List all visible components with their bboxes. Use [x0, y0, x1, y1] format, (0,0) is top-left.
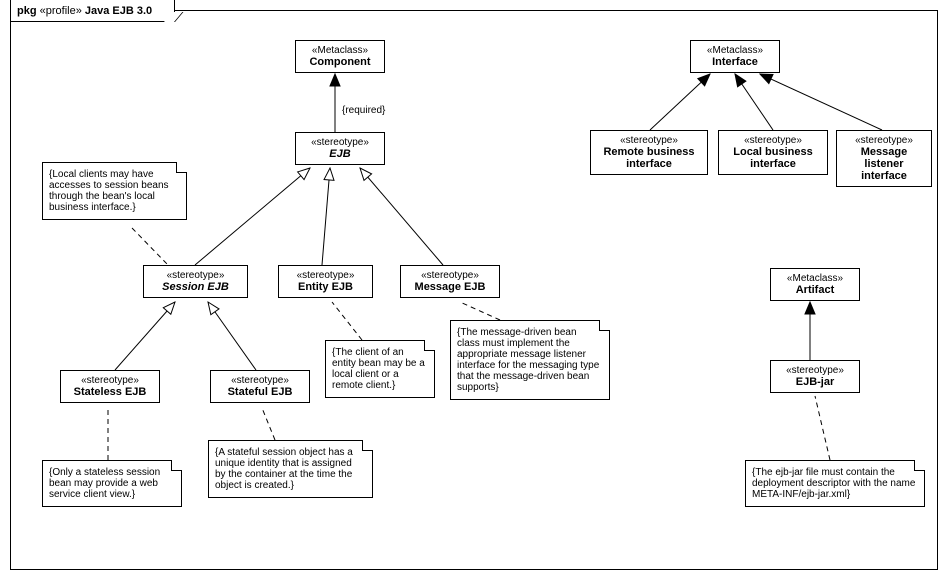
profile-stereo: «profile» [40, 5, 82, 17]
node-component: «Metaclass» Component [295, 40, 385, 73]
package-frame-label: pkg «profile» Java EJB 3.0 [10, 0, 175, 22]
required-constraint-label: {required} [342, 105, 385, 116]
uml-profile-diagram: Component (solid, filled arrowhead) --> … [0, 0, 950, 583]
stereo-label: «stereotype» [67, 375, 153, 386]
node-entity-ejb: «stereotype» Entity EJB [278, 265, 373, 298]
note-stateless: {Only a stateless session bean may provi… [42, 460, 182, 507]
stereo-label: «Metaclass» [697, 45, 773, 56]
node-interface: «Metaclass» Interface [690, 40, 780, 73]
node-name: Interface [697, 56, 773, 68]
stereo-label: «Metaclass» [302, 45, 378, 56]
stereo-label: «stereotype» [150, 270, 241, 281]
stereo-label: «stereotype» [597, 135, 701, 146]
stereo-label: «Metaclass» [777, 273, 853, 284]
node-name: Message EJB [407, 281, 493, 293]
node-name: Entity EJB [285, 281, 366, 293]
profile-title: Java EJB 3.0 [85, 5, 152, 17]
note-ejb-jar: {The ejb-jar file must contain the deplo… [745, 460, 925, 507]
stereo-label: «stereotype» [302, 137, 378, 148]
stereo-label: «stereotype» [725, 135, 821, 146]
node-name: Artifact [777, 284, 853, 296]
node-session-ejb: «stereotype» Session EJB [143, 265, 248, 298]
node-remote-business-interface: «stereotype» Remote business interface [590, 130, 708, 175]
stereo-label: «stereotype» [407, 270, 493, 281]
note-local-clients: {Local clients may have accesses to sess… [42, 162, 187, 220]
node-name: EJB [302, 148, 378, 160]
node-name: Local business interface [725, 146, 821, 170]
node-stateless-ejb: «stereotype» Stateless EJB [60, 370, 160, 403]
node-message-ejb: «stereotype» Message EJB [400, 265, 500, 298]
node-name: Stateless EJB [67, 386, 153, 398]
node-name: Stateful EJB [217, 386, 303, 398]
node-name: Remote business interface [597, 146, 701, 170]
node-local-business-interface: «stereotype» Local business interface [718, 130, 828, 175]
node-name: Component [302, 56, 378, 68]
stereo-label: «stereotype» [285, 270, 366, 281]
node-name: EJB-jar [777, 376, 853, 388]
note-message-driven: {The message-driven bean class must impl… [450, 320, 610, 400]
pkg-keyword: pkg [17, 5, 37, 17]
node-message-listener-interface: «stereotype» Message listener interface [836, 130, 932, 187]
stereo-label: «stereotype» [217, 375, 303, 386]
node-ejb-jar: «stereotype» EJB-jar [770, 360, 860, 393]
node-artifact: «Metaclass» Artifact [770, 268, 860, 301]
node-name: Message listener interface [843, 146, 925, 182]
node-stateful-ejb: «stereotype» Stateful EJB [210, 370, 310, 403]
note-entity-client: {The client of an entity bean may be a l… [325, 340, 435, 398]
node-ejb: «stereotype» EJB [295, 132, 385, 165]
stereo-label: «stereotype» [777, 365, 853, 376]
node-name: Session EJB [150, 281, 241, 293]
stereo-label: «stereotype» [843, 135, 925, 146]
note-stateful: {A stateful session object has a unique … [208, 440, 373, 498]
